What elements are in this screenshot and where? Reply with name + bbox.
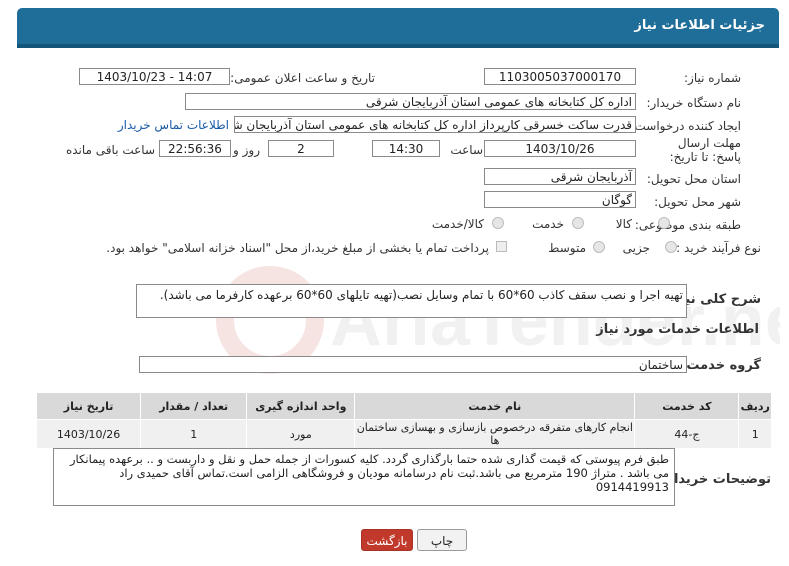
col-service-name: نام خدمت <box>354 392 636 420</box>
process-option-medium: متوسط <box>548 241 586 255</box>
summary-field: تهیه اجرا و نصب سقف کاذب 60*60 با تمام و… <box>136 284 687 318</box>
service-group-field: ساختمان <box>139 356 687 373</box>
buyer-org-field: اداره کل کتابخانه های عمومی استان آذربای… <box>185 93 636 110</box>
services-table: ردیف کد خدمت نام خدمت واحد اندازه گیری ت… <box>35 392 772 449</box>
treasury-checkbox[interactable] <box>496 241 507 252</box>
requester-label: ایجاد کننده درخواست: <box>630 119 741 133</box>
deadline-time-label: ساعت <box>450 143 483 157</box>
need-number-field: 1103005037000170 <box>484 68 636 85</box>
col-row-number: ردیف <box>738 392 772 420</box>
remaining-label: ساعت باقی مانده <box>65 143 155 157</box>
announce-field: 1403/10/23 - 14:07 <box>79 68 230 85</box>
days-field: 2 <box>268 140 334 157</box>
requester-field: قدرت ساکت خسرقی کارپرداز اداره کل کتابخا… <box>234 116 636 133</box>
cell-row-number: 1 <box>738 419 772 449</box>
buyer-notes-field: طبق فرم پیوستی که قیمت گذاری شده حتما با… <box>53 448 675 506</box>
process-radio-medium[interactable] <box>593 241 605 253</box>
category-option-goods-service: کالا/خدمت <box>431 217 484 231</box>
service-group-label: گروه خدمت: <box>681 358 761 373</box>
col-unit: واحد اندازه گیری <box>246 392 356 420</box>
treasury-note: پرداخت تمام یا بخشی از مبلغ خرید،از محل … <box>106 241 489 255</box>
province-label: استان محل تحویل: <box>646 172 741 186</box>
table-header-row: ردیف کد خدمت نام خدمت واحد اندازه گیری ت… <box>35 392 772 420</box>
category-radio-goods-service[interactable] <box>492 217 504 229</box>
province-field: آذربایجان شرقی <box>484 168 636 185</box>
category-radio-service[interactable] <box>572 217 584 229</box>
deadline-label: مهلت ارسال پاسخ: تا تاریخ: <box>669 136 741 164</box>
cell-service-code: ج-44 <box>634 419 740 449</box>
cell-quantity: 1 <box>140 419 248 449</box>
deadline-date-field: 1403/10/26 <box>484 140 636 157</box>
category-option-service: خدمت <box>532 217 564 231</box>
col-quantity: تعداد / مقدار <box>140 392 248 420</box>
services-info-title: اطلاعات خدمات مورد نیاز <box>596 322 759 337</box>
category-option-goods: کالا <box>615 217 632 231</box>
city-field: گوگان <box>484 191 636 208</box>
col-need-date: تاریخ نیاز <box>35 392 142 420</box>
process-option-minor: جزیی <box>622 241 650 255</box>
print-button[interactable]: چاپ <box>417 529 467 551</box>
process-radio-minor[interactable] <box>665 241 677 253</box>
panel-header: جزئیات اطلاعات نیاز <box>17 8 779 48</box>
announce-label: تاریخ و ساعت اعلان عمومی: <box>230 71 375 85</box>
remaining-time-field: 22:56:36 <box>159 140 231 157</box>
back-button[interactable]: بازگشت <box>361 529 413 551</box>
cell-service-name: انجام کارهای متفرقه درخصوص بازسازی و بهس… <box>354 419 636 449</box>
deadline-time-field: 14:30 <box>372 140 440 157</box>
buyer-org-label: نام دستگاه خریدار: <box>646 96 742 110</box>
process-label: نوع فرآیند خرید : <box>676 241 761 255</box>
table-row: 1 ج-44 انجام کارهای متفرقه درخصوص بازساز… <box>35 419 772 449</box>
need-number-label: شماره نیاز: <box>684 71 741 85</box>
cell-need-date: 1403/10/26 <box>35 419 142 449</box>
panel-title: جزئیات اطلاعات نیاز <box>634 18 765 33</box>
buyer-contact-link[interactable]: اطلاعات تماس خریدار <box>118 118 229 132</box>
category-label: طبقه بندی موضوعی: <box>634 218 741 232</box>
col-service-code: کد خدمت <box>634 392 740 420</box>
category-radio-goods[interactable] <box>658 217 670 229</box>
cell-unit: مورد <box>246 419 356 449</box>
city-label: شهر محل تحویل: <box>654 195 741 209</box>
days-label: روز و <box>233 143 260 157</box>
buyer-notes-label: توضیحات خریدار: <box>661 472 771 487</box>
